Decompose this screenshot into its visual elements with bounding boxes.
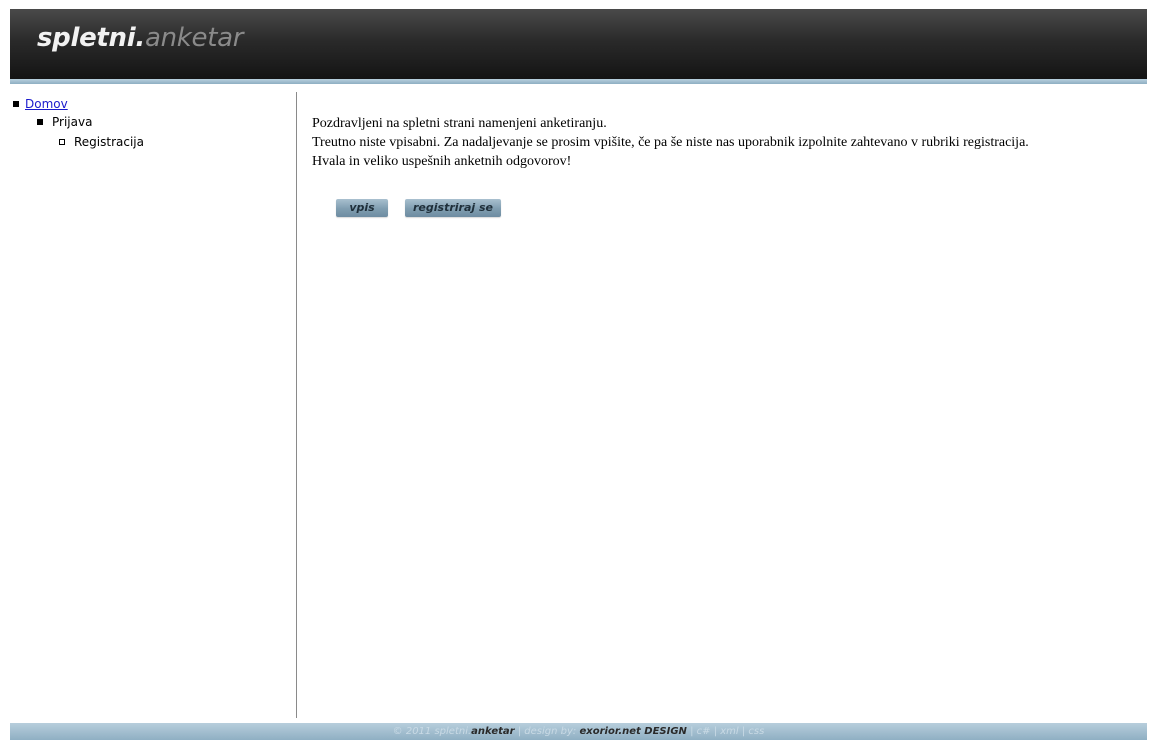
login-notice-text: Treutno niste vpisabni. Za nadaljevanje …: [312, 135, 1029, 150]
action-buttons: vpis registriraj se: [336, 199, 501, 217]
sidebar-item-registracija[interactable]: Registracija: [59, 134, 144, 149]
header-bar: spletni.anketar: [10, 9, 1147, 79]
logo-part-anketar: anketar: [144, 23, 244, 53]
footer-brand: anketar: [471, 726, 515, 737]
thanks-text: Hvala in veliko uspešnih anketnih odgovo…: [312, 154, 572, 169]
footer-designer[interactable]: exorior.net DESIGN: [579, 726, 686, 737]
hollow-square-bullet-icon: [59, 138, 65, 145]
footer-design-by: | design by:: [514, 726, 580, 737]
sidebar-item-label: Registracija: [74, 134, 144, 149]
footer-bar: © 2011 spletni.anketar | design by: exor…: [10, 723, 1147, 740]
welcome-text: Pozdravljeni na spletni strani namenjeni…: [312, 116, 607, 131]
footer-tech: | c# | xml | css: [686, 726, 765, 737]
square-bullet-icon: [13, 100, 19, 107]
register-button[interactable]: registriraj se: [405, 199, 501, 217]
logo-part-spletni: spletni.: [37, 23, 145, 53]
header-accent-line: [10, 79, 1147, 84]
login-button[interactable]: vpis: [336, 199, 388, 217]
square-bullet-icon: [37, 118, 43, 125]
sidebar-item-label: Prijava: [52, 114, 93, 129]
sidebar-item-domov[interactable]: Domov: [13, 96, 68, 111]
sidebar-item-label[interactable]: Domov: [25, 97, 68, 111]
site-logo[interactable]: spletni.anketar: [37, 25, 243, 51]
sidebar-item-prijava[interactable]: Prijava: [37, 114, 92, 129]
main-content: Pozdravljeni na spletni strani namenjeni…: [312, 114, 1142, 171]
footer-copyright: © 2011 spletni.: [392, 726, 472, 737]
sidebar-nav: Domov Prijava Registracija: [10, 92, 297, 718]
